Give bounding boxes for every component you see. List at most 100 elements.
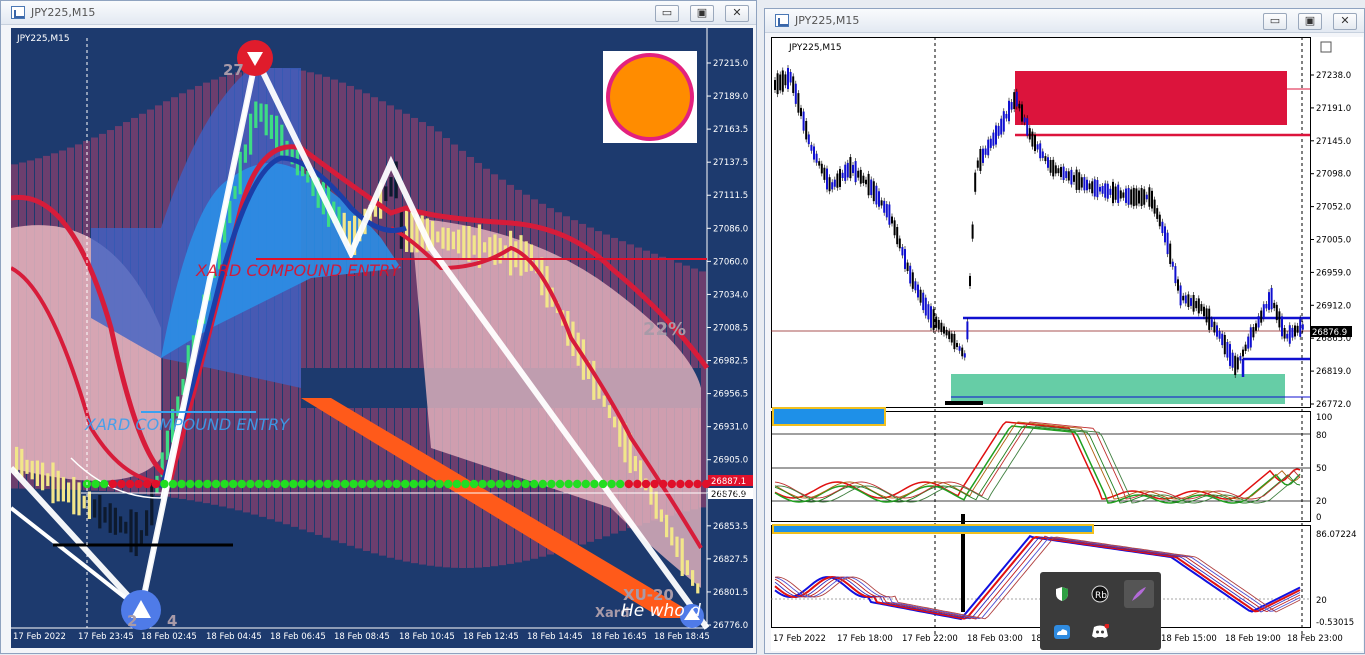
candle xyxy=(264,104,268,136)
signal-dot xyxy=(444,479,453,489)
cloud-icon[interactable] xyxy=(1050,620,1074,644)
candle xyxy=(61,477,65,502)
candle xyxy=(446,227,450,251)
candle xyxy=(909,265,912,284)
close-button[interactable]: ✕ xyxy=(1333,13,1357,30)
candle xyxy=(451,231,455,250)
candle xyxy=(1291,327,1294,338)
svg-text:Rb: Rb xyxy=(1095,591,1107,601)
feather-icon[interactable] xyxy=(1124,580,1154,608)
signal-dot xyxy=(538,479,547,489)
candle xyxy=(784,74,787,86)
time-tick-label: 18 Feb 08:45 xyxy=(334,632,390,642)
left-chart[interactable]: JPY225,M15 XARD COMPOUND ENTRY XARD COMP… xyxy=(8,28,753,648)
candle xyxy=(275,115,279,153)
candle xyxy=(1257,316,1260,328)
candle xyxy=(1122,192,1125,198)
candle xyxy=(974,172,977,192)
candle xyxy=(1187,294,1190,308)
symbol-label: JPY225,M15 xyxy=(16,34,70,44)
signal-dot xyxy=(332,479,341,489)
window-titlebar[interactable]: JPY225,M15 ▭ ▣ ✕ xyxy=(765,9,1364,33)
candle xyxy=(1036,144,1039,150)
time-tick-label: 18 Feb 14:45 xyxy=(527,632,583,642)
restore-button[interactable]: ▣ xyxy=(1298,13,1322,30)
left-chart-canvas[interactable]: JPY225,M15 XARD COMPOUND ENTRY XARD COMP… xyxy=(8,28,753,648)
price-tag-red-text: 26887.1 xyxy=(711,477,746,487)
signal-dot xyxy=(693,479,702,489)
candle xyxy=(839,169,841,187)
signal-dot xyxy=(392,479,401,489)
close-button[interactable]: ✕ xyxy=(725,5,749,22)
discord-icon[interactable] xyxy=(1088,620,1112,644)
candle xyxy=(904,249,906,269)
candle xyxy=(1249,327,1252,348)
demand-zone xyxy=(951,374,1285,404)
candle xyxy=(51,462,55,504)
candle xyxy=(1031,131,1034,147)
candle xyxy=(20,448,24,479)
candle xyxy=(1278,311,1281,328)
candle xyxy=(935,316,938,328)
candle xyxy=(789,71,792,83)
candle xyxy=(25,459,29,474)
candle xyxy=(1197,298,1200,314)
candle xyxy=(1073,175,1075,182)
candle xyxy=(46,473,50,487)
price-tick-label: 27137.5 xyxy=(713,158,748,168)
chart-window-left[interactable]: JPY225,M15 ▭ ▣ ✕ JPY225,M15 XARD COMPOUN… xyxy=(0,0,757,654)
candle xyxy=(1109,188,1112,195)
candle xyxy=(937,319,940,330)
price-tick-label: 26879.0 xyxy=(713,489,748,499)
candle xyxy=(831,182,834,190)
candle xyxy=(124,521,128,534)
right-chart[interactable]: JPY225,M15 26876.9 27238.0 27191.0 27145.0… xyxy=(771,37,1363,651)
window-titlebar[interactable]: JPY225,M15 ▭ ▣ ✕ xyxy=(1,1,756,25)
price-tick-label: 26905.0 xyxy=(713,456,748,466)
minimize-button[interactable]: ▭ xyxy=(655,5,679,22)
candle xyxy=(1299,318,1302,337)
chart-window-right[interactable]: JPY225,M15 ▭ ▣ ✕ JPY225,M15 26876.9 2723… xyxy=(764,8,1365,654)
xard-entry-label-bottom: XARD COMPOUND ENTRY xyxy=(84,415,290,434)
price-tick-label: 27111.5 xyxy=(713,191,748,201)
restore-button[interactable]: ▣ xyxy=(690,5,714,22)
signal-dot xyxy=(134,479,143,489)
price-tick-label: 27145.0 xyxy=(1316,137,1351,147)
candle xyxy=(818,161,821,166)
time-tick-label: 17 Feb 22:00 xyxy=(902,634,958,644)
signal-dot xyxy=(168,479,178,489)
candle xyxy=(880,200,883,206)
candle xyxy=(1119,190,1122,199)
price-tick-label: 26772.0 xyxy=(1316,400,1351,410)
signal-dot xyxy=(573,479,582,489)
candle xyxy=(1143,189,1146,205)
price-tick-label: 27008.5 xyxy=(713,323,748,333)
candle xyxy=(1184,295,1187,304)
signal-dot xyxy=(667,479,676,489)
candle xyxy=(774,80,776,90)
rb-icon[interactable]: Rb xyxy=(1088,582,1112,606)
candle xyxy=(846,162,849,178)
candle xyxy=(633,456,637,472)
candle xyxy=(67,482,71,503)
minimize-button[interactable]: ▭ xyxy=(1263,13,1287,30)
candle xyxy=(787,67,789,90)
candle xyxy=(483,242,487,253)
signal-dot xyxy=(512,479,522,489)
candle xyxy=(1114,186,1117,200)
candle xyxy=(943,326,945,334)
price-tick-label: 27052.0 xyxy=(1316,203,1351,213)
price-tick-label: 27163.5 xyxy=(713,125,748,135)
osc2-tick-label: 20 xyxy=(1316,596,1327,606)
signal-dot xyxy=(426,479,436,489)
candle xyxy=(103,507,107,523)
candle xyxy=(992,132,995,146)
time-tick-label: 17 Feb 2022 xyxy=(773,634,826,644)
signal-dot xyxy=(401,479,410,489)
right-chart-canvas[interactable]: JPY225,M15 26876.9 27238.027191.027145.0… xyxy=(771,37,1363,651)
signal-dot xyxy=(186,479,195,489)
price-tick-label: 27034.0 xyxy=(713,290,748,300)
shield-icon[interactable] xyxy=(1050,582,1074,606)
candle xyxy=(1021,104,1023,122)
candle xyxy=(685,560,689,575)
